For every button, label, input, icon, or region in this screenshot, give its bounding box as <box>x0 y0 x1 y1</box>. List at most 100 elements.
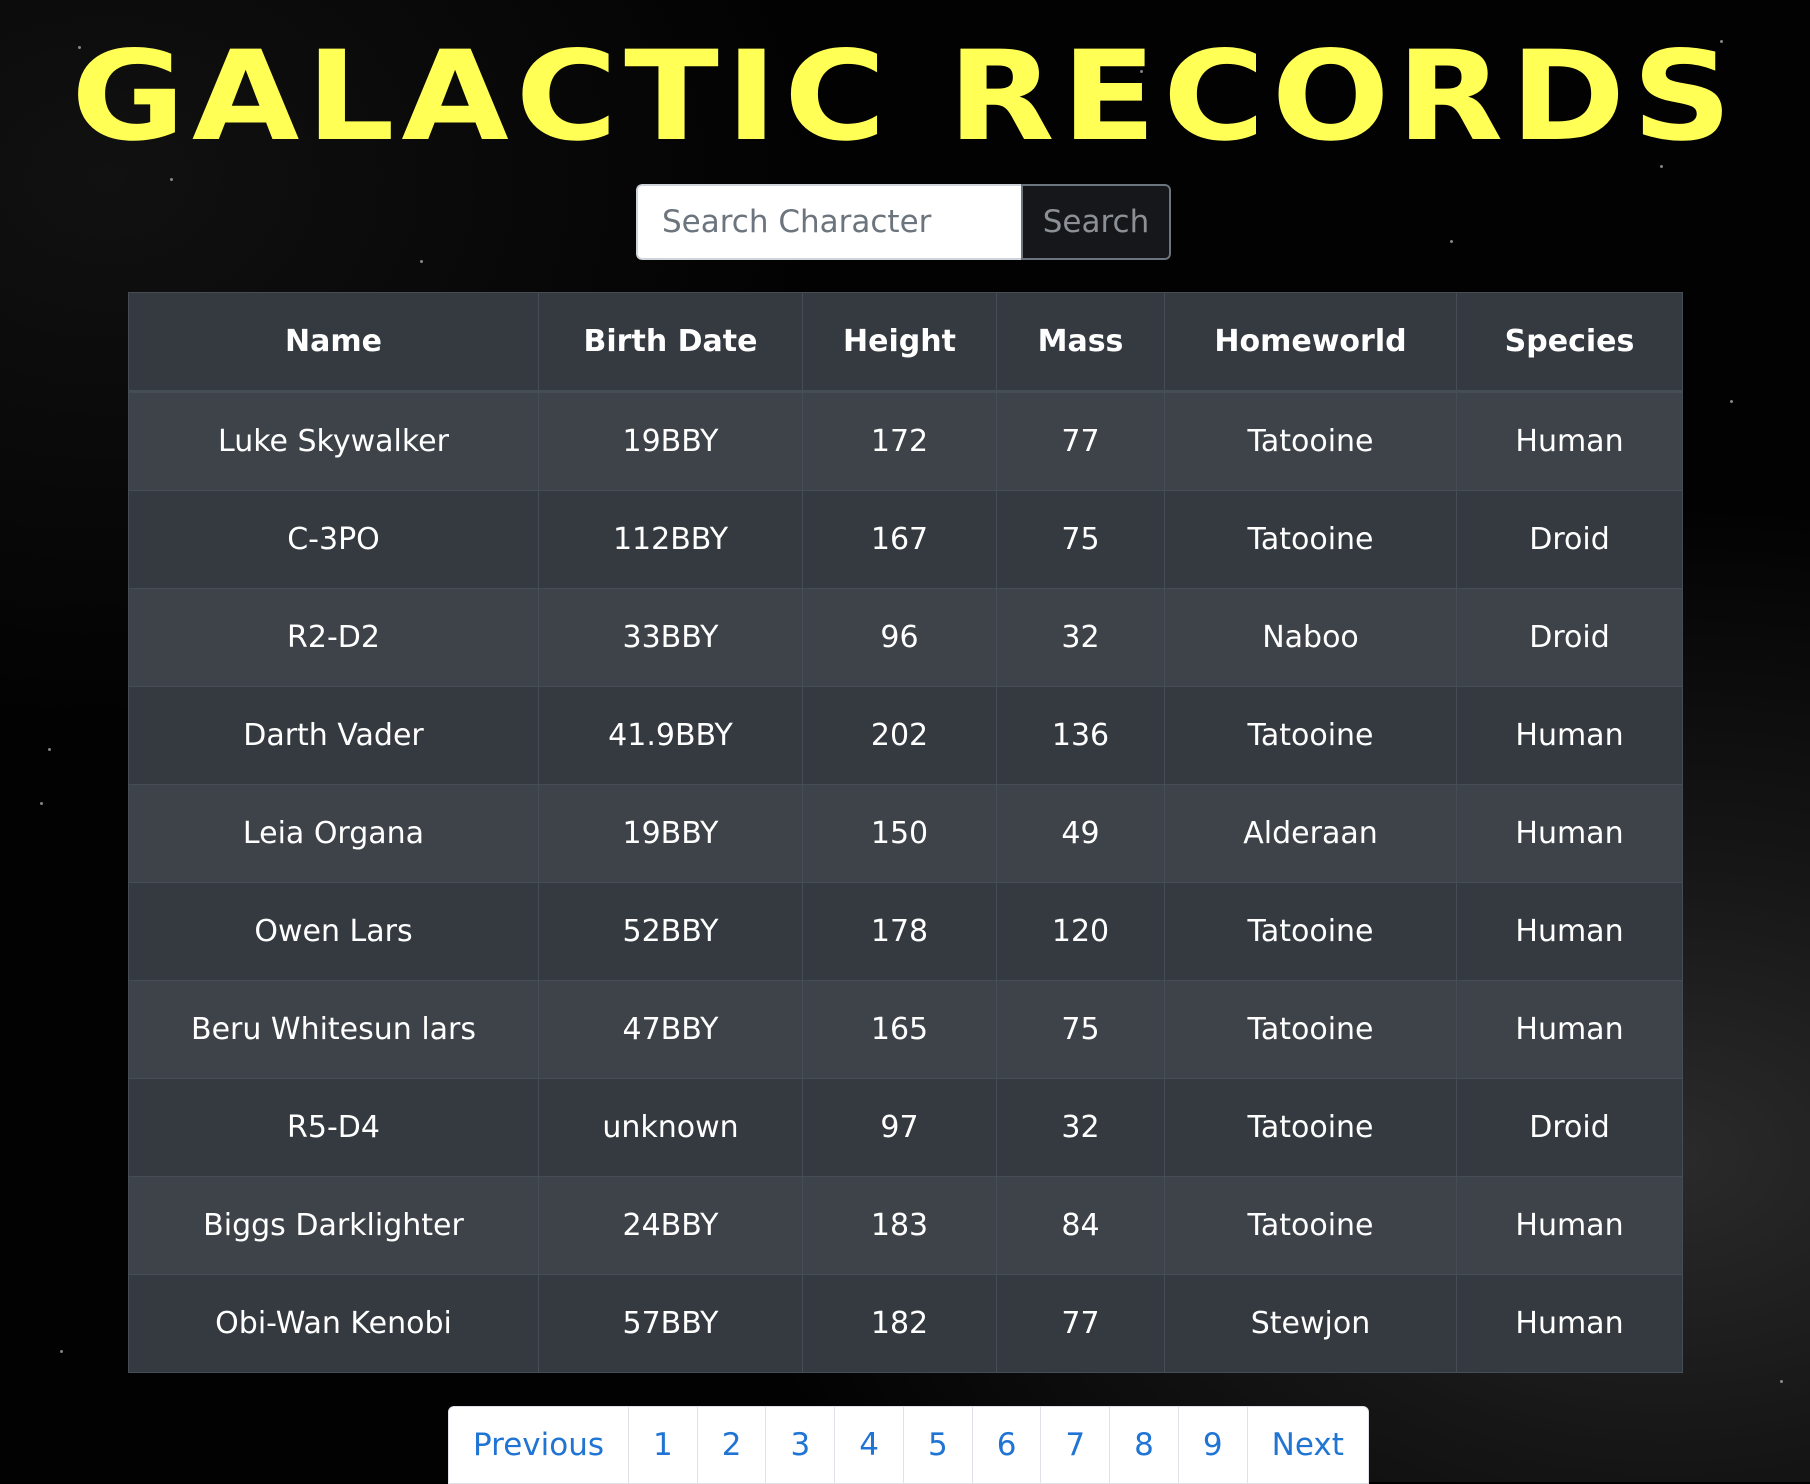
cell-species: Human <box>1456 882 1683 981</box>
table-header-row: Name Birth Date Height Mass Homeworld Sp… <box>128 292 1683 393</box>
cell-homeworld: Tatooine <box>1164 1078 1457 1177</box>
search-input[interactable] <box>636 184 1021 260</box>
cell-homeworld: Tatooine <box>1164 980 1457 1079</box>
cell-mass: 120 <box>996 882 1165 981</box>
cell-birth-date: 19BBY <box>538 784 803 883</box>
cell-mass: 32 <box>996 1078 1165 1177</box>
table-row: R2-D2 33BBY 96 32 Naboo Droid <box>128 588 1683 687</box>
cell-name: Darth Vader <box>128 686 539 785</box>
cell-birth-date: 47BBY <box>538 980 803 1079</box>
cell-height: 172 <box>802 391 997 491</box>
star <box>1450 240 1453 243</box>
page-link-3[interactable]: 3 <box>766 1407 836 1483</box>
cell-homeworld: Tatooine <box>1164 391 1457 491</box>
table-row: Obi-Wan Kenobi 57BBY 182 77 Stewjon Huma… <box>128 1274 1683 1373</box>
cell-mass: 49 <box>996 784 1165 883</box>
page-link-7[interactable]: 7 <box>1041 1407 1111 1483</box>
table-row: R5-D4 unknown 97 32 Tatooine Droid <box>128 1078 1683 1177</box>
table-row: Beru Whitesun lars 47BBY 165 75 Tatooine… <box>128 980 1683 1079</box>
star <box>170 178 173 181</box>
table-row: Biggs Darklighter 24BBY 183 84 Tatooine … <box>128 1176 1683 1275</box>
cell-homeworld: Alderaan <box>1164 784 1457 883</box>
page-link-2[interactable]: 2 <box>698 1407 767 1483</box>
cell-name: Luke Skywalker <box>128 391 539 491</box>
next-page-link[interactable]: Next <box>1248 1407 1368 1483</box>
column-header-species: Species <box>1456 292 1683 393</box>
characters-table: Name Birth Date Height Mass Homeworld Sp… <box>128 292 1683 1373</box>
cell-birth-date: 19BBY <box>538 391 803 491</box>
star <box>40 802 43 805</box>
cell-birth-date: 24BBY <box>538 1176 803 1275</box>
cell-mass: 77 <box>996 1274 1165 1373</box>
column-header-birth-date: Birth Date <box>538 292 803 393</box>
cell-birth-date: 112BBY <box>538 490 803 589</box>
cell-homeworld: Tatooine <box>1164 686 1457 785</box>
cell-species: Droid <box>1456 1078 1683 1177</box>
page-link-4[interactable]: 4 <box>835 1407 904 1483</box>
cell-species: Droid <box>1456 588 1683 687</box>
cell-height: 167 <box>802 490 997 589</box>
cell-birth-date: unknown <box>538 1078 803 1177</box>
search-bar: Search <box>636 184 1171 260</box>
page-link-5[interactable]: 5 <box>904 1407 973 1483</box>
cell-mass: 32 <box>996 588 1165 687</box>
cell-name: C-3PO <box>128 490 539 589</box>
star <box>48 748 51 751</box>
previous-page-link[interactable]: Previous <box>449 1407 630 1483</box>
cell-species: Human <box>1456 980 1683 1079</box>
cell-species: Human <box>1456 686 1683 785</box>
cell-mass: 84 <box>996 1176 1165 1275</box>
star <box>1730 400 1733 403</box>
cell-name: Leia Organa <box>128 784 539 883</box>
page-link-9[interactable]: 9 <box>1179 1407 1248 1483</box>
page-link-6[interactable]: 6 <box>973 1407 1042 1483</box>
cell-homeworld: Naboo <box>1164 588 1457 687</box>
cell-mass: 75 <box>996 980 1165 1079</box>
column-header-height: Height <box>802 292 997 393</box>
table-row: Luke Skywalker 19BBY 172 77 Tatooine Hum… <box>128 391 1683 491</box>
table-row: Owen Lars 52BBY 178 120 Tatooine Human <box>128 882 1683 981</box>
table-row: Darth Vader 41.9BBY 202 136 Tatooine Hum… <box>128 686 1683 785</box>
cell-name: Owen Lars <box>128 882 539 981</box>
page-link-1[interactable]: 1 <box>629 1407 698 1483</box>
table-row: Leia Organa 19BBY 150 49 Alderaan Human <box>128 784 1683 883</box>
star <box>60 1350 63 1353</box>
cell-height: 97 <box>802 1078 997 1177</box>
cell-mass: 75 <box>996 490 1165 589</box>
cell-birth-date: 41.9BBY <box>538 686 803 785</box>
cell-height: 165 <box>802 980 997 1079</box>
cell-species: Human <box>1456 1176 1683 1275</box>
cell-homeworld: Tatooine <box>1164 1176 1457 1275</box>
cell-height: 183 <box>802 1176 997 1275</box>
cell-homeworld: Tatooine <box>1164 882 1457 981</box>
search-button[interactable]: Search <box>1021 184 1171 260</box>
cell-species: Human <box>1456 1274 1683 1373</box>
page-link-8[interactable]: 8 <box>1110 1407 1179 1483</box>
cell-birth-date: 57BBY <box>538 1274 803 1373</box>
cell-mass: 77 <box>996 391 1165 491</box>
cell-birth-date: 33BBY <box>538 588 803 687</box>
characters-table-container: Name Birth Date Height Mass Homeworld Sp… <box>128 292 1683 1373</box>
cell-height: 202 <box>802 686 997 785</box>
column-header-mass: Mass <box>996 292 1165 393</box>
table-row: C-3PO 112BBY 167 75 Tatooine Droid <box>128 490 1683 589</box>
cell-birth-date: 52BBY <box>538 882 803 981</box>
column-header-homeworld: Homeworld <box>1164 292 1457 393</box>
cell-mass: 136 <box>996 686 1165 785</box>
star <box>420 260 423 263</box>
cell-name: Beru Whitesun lars <box>128 980 539 1079</box>
cell-homeworld: Tatooine <box>1164 490 1457 589</box>
pagination: Previous 1 2 3 4 5 6 7 8 9 Next <box>448 1406 1369 1484</box>
cell-height: 182 <box>802 1274 997 1373</box>
cell-species: Droid <box>1456 490 1683 589</box>
cell-name: R5-D4 <box>128 1078 539 1177</box>
cell-height: 96 <box>802 588 997 687</box>
page-title: GALACTIC RECORDS <box>71 25 1739 169</box>
cell-name: R2-D2 <box>128 588 539 687</box>
cell-name: Obi-Wan Kenobi <box>128 1274 539 1373</box>
cell-species: Human <box>1456 784 1683 883</box>
star <box>1780 1380 1783 1383</box>
cell-species: Human <box>1456 391 1683 491</box>
cell-homeworld: Stewjon <box>1164 1274 1457 1373</box>
cell-height: 150 <box>802 784 997 883</box>
